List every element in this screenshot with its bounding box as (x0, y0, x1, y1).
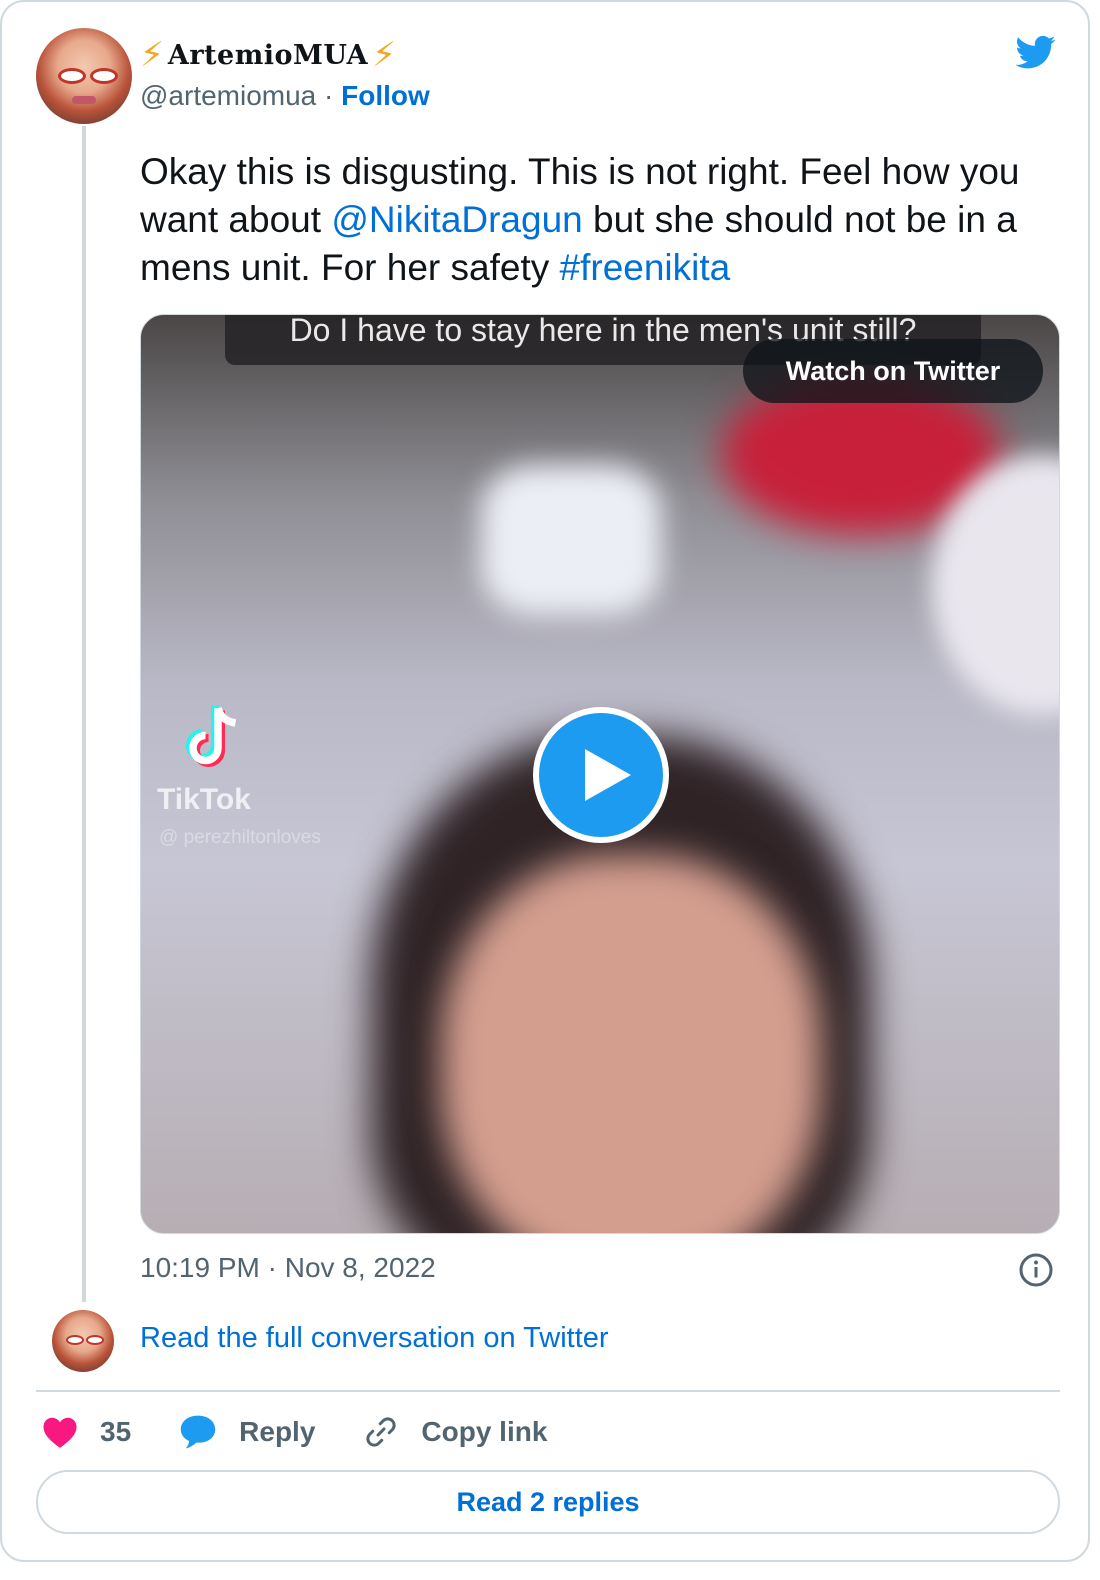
author-avatar-small[interactable] (52, 1310, 114, 1372)
tweet-text: Okay this is disgusting. This is not rig… (140, 148, 1040, 292)
copy-link-label: Copy link (421, 1416, 548, 1447)
divider (36, 1390, 1060, 1392)
handle-separator: · (316, 80, 342, 111)
twitter-bird-icon[interactable] (1012, 32, 1060, 72)
avatar-eye-right (90, 68, 118, 84)
heart-icon (43, 1417, 77, 1448)
hashtag-link[interactable]: #freenikita (560, 247, 731, 288)
mention-link[interactable]: @NikitaDragun (331, 199, 582, 240)
link-icon (366, 1417, 396, 1447)
reply-button[interactable]: Reply (179, 1414, 315, 1450)
info-icon[interactable] (1018, 1252, 1054, 1288)
tweet-timestamp[interactable]: 10:19 PM · Nov 8, 2022 (140, 1252, 436, 1284)
read-full-conversation-link[interactable]: Read the full conversation on Twitter (140, 1322, 609, 1355)
avatar-eye-left (58, 68, 86, 84)
like-count: 35 (100, 1416, 132, 1447)
read-replies-button[interactable]: Read 2 replies (36, 1470, 1060, 1534)
copy-link-button[interactable]: Copy link (363, 1414, 547, 1450)
lightning-bolt-icon: ⚡ (372, 36, 396, 74)
speech-bubble-icon (180, 1415, 216, 1449)
author-name-row[interactable]: ⚡ ArtemioMUA ⚡ (140, 36, 396, 74)
tiktok-brand-text: TikTok (157, 783, 251, 816)
play-button[interactable] (533, 707, 669, 843)
author-handle[interactable]: @artemiomua (140, 80, 316, 111)
follow-button[interactable]: Follow (341, 80, 430, 111)
play-icon (585, 749, 631, 801)
thread-line (82, 126, 86, 1302)
tiktok-username: @ perezhiltonloves (159, 827, 321, 848)
lightning-bolt-icon: ⚡ (140, 36, 164, 74)
tiktok-note-icon (186, 705, 237, 767)
action-bar: 35 Reply Copy link (42, 1408, 595, 1456)
author-handle-row: @artemiomua · Follow (140, 80, 430, 112)
author-avatar[interactable] (36, 28, 132, 124)
avatar-eye-left (66, 1335, 84, 1345)
watch-on-twitter-button[interactable]: Watch on Twitter (743, 339, 1043, 403)
video-player[interactable]: Do I have to stay here in the men's unit… (140, 314, 1060, 1234)
author-display-name[interactable]: ArtemioMUA (168, 40, 368, 71)
avatar-eye-right (86, 1335, 104, 1345)
like-button[interactable]: 35 (42, 1415, 131, 1449)
video-subject-face (441, 855, 821, 1233)
tweet-card: ⚡ ArtemioMUA ⚡ @artemiomua · Follow Okay… (0, 0, 1090, 1562)
background-blur (481, 465, 661, 615)
avatar-lips (72, 96, 96, 104)
reply-label: Reply (239, 1416, 316, 1447)
